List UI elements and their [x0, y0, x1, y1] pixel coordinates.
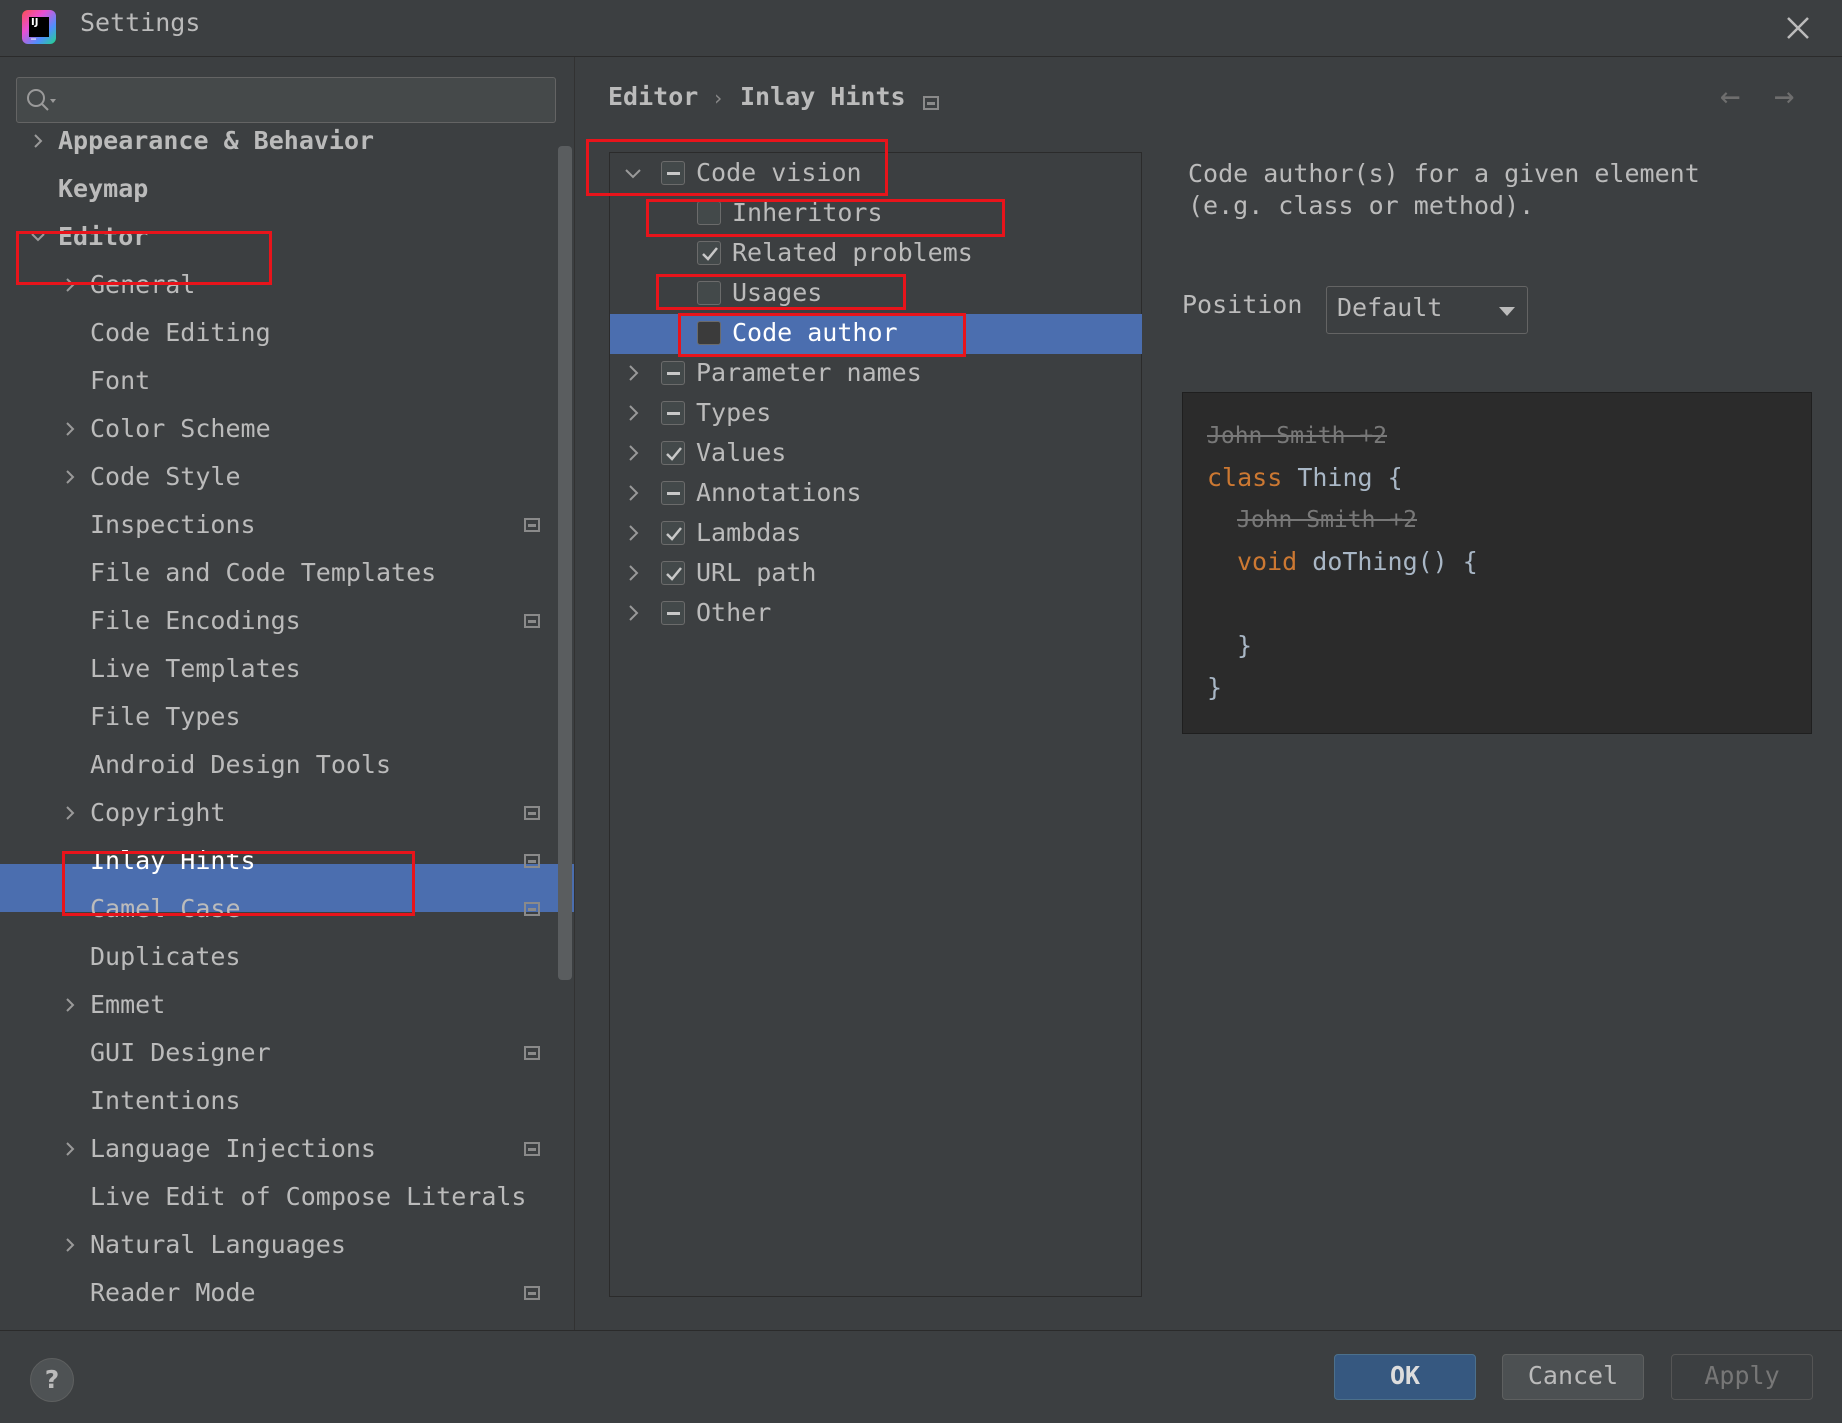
breadcrumb-current: Inlay Hints — [740, 82, 906, 111]
sidebar-item-language-injections[interactable]: Language Injections — [90, 1125, 376, 1173]
project-scope-icon — [524, 518, 540, 532]
hint-checkbox-lambdas[interactable] — [661, 521, 685, 545]
annotation-box-usages — [656, 274, 906, 310]
chevron-right-icon[interactable] — [62, 1141, 78, 1157]
project-scope-icon — [524, 614, 540, 628]
hint-checkbox-annotations[interactable] — [661, 481, 685, 505]
apply-button[interactable]: Apply — [1671, 1354, 1813, 1400]
keyword: void — [1237, 547, 1298, 576]
annotation-box-inheritors — [646, 199, 1005, 237]
sidebar-item-file-encodings[interactable]: File Encodings — [90, 597, 301, 645]
chevron-right-icon[interactable] — [624, 444, 642, 462]
code-author-hint: John Smith +2 — [1207, 423, 1388, 449]
hint-checkbox-other[interactable] — [661, 601, 685, 625]
chevron-right-icon[interactable] — [624, 564, 642, 582]
bottom-divider — [0, 1330, 1842, 1331]
chevron-right-icon[interactable] — [62, 469, 78, 485]
help-button[interactable]: ? — [30, 1358, 74, 1402]
sidebar-item-keymap[interactable]: Keymap — [58, 165, 148, 213]
chevron-right-icon[interactable] — [624, 604, 642, 622]
chevron-right-icon[interactable] — [624, 484, 642, 502]
sidebar-item-gui-designer[interactable]: GUI Designer — [90, 1029, 271, 1077]
annotation-box-editor — [16, 231, 272, 285]
code-text: doThing() { — [1297, 547, 1478, 576]
sidebar-item-inspections[interactable]: Inspections — [90, 501, 256, 549]
back-arrow-icon[interactable]: ← — [1720, 76, 1740, 116]
hint-item-related-problems[interactable]: Related problems — [732, 233, 973, 273]
sidebar-divider — [574, 57, 575, 1330]
chevron-right-icon[interactable] — [624, 364, 642, 382]
sidebar-item-font[interactable]: Font — [90, 357, 150, 405]
chevron-right-icon[interactable] — [62, 805, 78, 821]
hint-checkbox-types[interactable] — [661, 401, 685, 425]
search-icon — [27, 89, 56, 111]
cancel-button[interactable]: Cancel — [1502, 1354, 1644, 1400]
hint-item-annotations[interactable]: Annotations — [696, 473, 862, 513]
hint-description: Code author(s) for a given element (e.g.… — [1188, 159, 1700, 220]
keyword: class — [1207, 463, 1283, 492]
ok-button[interactable]: OK — [1334, 1354, 1476, 1400]
hint-item-parameter-names[interactable]: Parameter names — [696, 353, 922, 393]
sidebar-item-file-and-code-templates[interactable]: File and Code Templates — [90, 549, 436, 597]
sidebar-item-code-style[interactable]: Code Style — [90, 453, 241, 501]
annotation-box-inlay-hints — [62, 851, 415, 916]
sidebar-item-color-scheme[interactable]: Color Scheme — [90, 405, 271, 453]
code-line-close-class: } — [1207, 673, 1223, 702]
sidebar-item-natural-languages[interactable]: Natural Languages — [90, 1221, 346, 1269]
sidebar-item-appearance-behavior[interactable]: Appearance & Behavior — [58, 117, 374, 165]
position-label: Position — [1182, 290, 1303, 319]
hint-item-lambdas[interactable]: Lambdas — [696, 513, 801, 553]
intellij-logo-icon: IJ _ — [22, 10, 56, 44]
sidebar-item-android-design-tools[interactable]: Android Design Tools — [90, 741, 391, 789]
position-dropdown[interactable]: Default — [1326, 286, 1528, 334]
chevron-right-icon[interactable] — [30, 133, 46, 149]
sidebar-item-live-edit-of-compose-literals[interactable]: Live Edit of Compose Literals — [90, 1173, 527, 1221]
hint-checkbox-related-problems[interactable] — [697, 241, 721, 265]
hint-checkbox-values[interactable] — [661, 441, 685, 465]
annotation-box-code-author — [678, 313, 966, 357]
hint-checkbox-parameter-names[interactable] — [661, 361, 685, 385]
code-preview: John Smith +2 class Thing { John Smith +… — [1182, 392, 1812, 734]
hint-item-other[interactable]: Other — [696, 593, 771, 633]
project-scope-icon — [524, 806, 540, 820]
position-dropdown-value: Default — [1337, 293, 1443, 322]
code-text: Thing { — [1282, 463, 1403, 492]
chevron-right-icon[interactable] — [624, 524, 642, 542]
chevron-down-icon — [1499, 307, 1515, 316]
hint-item-types[interactable]: Types — [696, 393, 771, 433]
hint-checkbox-url-path[interactable] — [661, 561, 685, 585]
sidebar-item-live-templates[interactable]: Live Templates — [90, 645, 301, 693]
project-scope-icon — [524, 902, 540, 916]
sidebar-item-copyright[interactable]: Copyright — [90, 789, 225, 837]
chevron-right-icon[interactable] — [62, 997, 78, 1013]
chevron-right-icon[interactable] — [624, 404, 642, 422]
sidebar-scrollbar[interactable] — [558, 146, 572, 980]
hint-item-values[interactable]: Values — [696, 433, 786, 473]
sidebar-item-emmet[interactable]: Emmet — [90, 981, 165, 1029]
hint-item-url-path[interactable]: URL path — [696, 553, 816, 593]
chevron-right-icon[interactable] — [62, 1237, 78, 1253]
close-icon[interactable] — [1782, 12, 1814, 44]
breadcrumb-parent[interactable]: Editor — [608, 82, 698, 111]
breadcrumb-separator: › — [712, 86, 725, 110]
project-scope-icon — [524, 854, 540, 868]
code-line-class: class Thing { — [1207, 463, 1403, 492]
project-scope-icon — [524, 1286, 540, 1300]
code-line-close-method: } — [1237, 631, 1253, 660]
sidebar-item-reader-mode[interactable]: Reader Mode — [90, 1269, 256, 1317]
window-title: Settings — [80, 8, 201, 37]
sidebar-item-code-editing[interactable]: Code Editing — [90, 309, 271, 357]
code-line-method: void doThing() { — [1237, 547, 1478, 576]
sidebar-item-intentions[interactable]: Intentions — [90, 1077, 241, 1125]
project-scope-icon — [524, 1142, 540, 1156]
project-scope-icon — [524, 1046, 540, 1060]
title-bar — [0, 0, 1842, 57]
sidebar-item-file-types[interactable]: File Types — [90, 693, 241, 741]
project-scope-icon — [923, 96, 939, 110]
annotation-box-code-vision — [586, 139, 888, 196]
chevron-right-icon[interactable] — [62, 421, 78, 437]
sidebar-item-duplicates[interactable]: Duplicates — [90, 933, 241, 981]
forward-arrow-icon[interactable]: → — [1774, 76, 1794, 116]
code-author-hint: John Smith +2 — [1237, 507, 1418, 533]
